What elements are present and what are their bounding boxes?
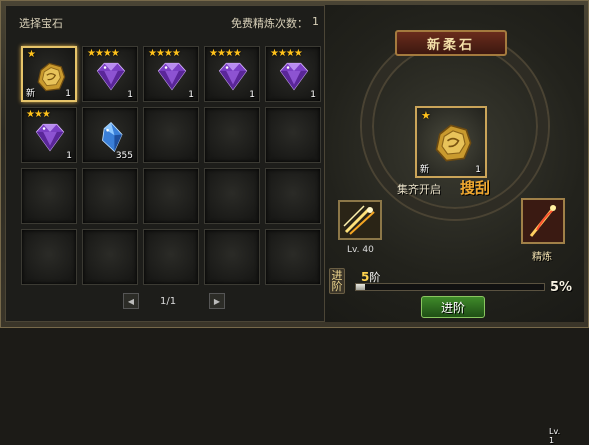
item-quantity: 1 — [188, 90, 194, 100]
refine-panel: 新柔石 ★ 新 1 集齐开启 搜刮 Lv. 40 Lv. 1 精炼 进阶 5阶 … — [325, 5, 584, 445]
gold-stone-icon — [435, 124, 472, 162]
item-quantity: 1 — [65, 89, 71, 99]
gem-slot[interactable]: ★★★★ 1 — [82, 46, 138, 102]
item-quantity: 1 — [127, 90, 133, 100]
star-rating: ★★★ — [26, 109, 51, 120]
purple-gem-icon — [279, 62, 309, 91]
star-rating: ★★★★ — [209, 48, 242, 59]
refine-level: Lv. 1 — [549, 427, 561, 445]
skill-level: Lv. 40 — [347, 245, 374, 255]
unlock-text: 集齐开启 — [397, 183, 441, 196]
empty-slot — [143, 168, 199, 224]
free-refine-count: 1 — [312, 15, 319, 28]
empty-slot — [265, 107, 321, 163]
gem-slot[interactable]: ★★★★ 1 — [143, 46, 199, 102]
gem-slot[interactable]: ★ 新 1 — [21, 46, 77, 102]
empty-slot — [204, 168, 260, 224]
gem-slot[interactable]: ★★★ 1 — [21, 107, 77, 163]
prev-page-button[interactable]: ◀ — [123, 293, 139, 309]
item-quantity: 1 — [249, 90, 255, 100]
stone-name-plate: 新柔石 — [395, 30, 507, 56]
empty-slot — [204, 107, 260, 163]
pager: ◀ 1/1 ▶ — [116, 293, 231, 311]
star-rating: ★★★★ — [148, 48, 181, 59]
gold-stone-icon — [37, 62, 66, 92]
empty-slot — [21, 168, 77, 224]
next-page-button[interactable]: ▶ — [209, 293, 225, 309]
empty-slot — [265, 168, 321, 224]
star-rating: ★★★★ — [87, 48, 120, 59]
next-arrow-icon: ▶ — [213, 296, 221, 306]
empty-slot — [82, 229, 138, 285]
sword-slash-icon — [343, 205, 375, 235]
purple-gem-icon — [157, 62, 187, 91]
page-indicator: 1/1 — [160, 296, 177, 307]
purple-gem-icon — [35, 123, 65, 152]
item-quantity: 355 — [115, 151, 133, 161]
gem-grid: ★ 新 1 ★★★★ 1 ★★★★ 1 ★★★★ 1 ★★★★ 1 ★★★ 1 355 — [21, 46, 321, 285]
panel-header: 选择宝石 免费精炼次数： 1 — [6, 6, 324, 34]
empty-slot — [204, 229, 260, 285]
progress-percent: 5% — [550, 280, 573, 295]
main-stone-slot[interactable]: ★ 新 1 — [415, 106, 487, 178]
prev-arrow-icon: ◀ — [127, 296, 135, 306]
star-rating: ★ — [27, 49, 36, 60]
panel-title: 选择宝石 — [19, 17, 63, 30]
item-quantity: 1 — [475, 165, 481, 175]
refine-label: 精炼 — [532, 252, 552, 263]
empty-slot — [82, 168, 138, 224]
empty-slot — [143, 107, 199, 163]
gem-slot[interactable]: ★★★★ 1 — [204, 46, 260, 102]
new-tag: 新 — [420, 165, 430, 175]
gem-slot[interactable]: 355 — [82, 107, 138, 163]
gem-slot[interactable]: ★★★★ 1 — [265, 46, 321, 102]
empty-slot — [143, 229, 199, 285]
advance-button[interactable]: 进阶 — [421, 296, 485, 318]
unlock-skill-name: 搜刮 — [460, 179, 491, 197]
skill-slot[interactable] — [338, 200, 382, 240]
purple-gem-icon — [218, 62, 248, 91]
progress-fill — [356, 284, 366, 290]
flame-sword-icon — [529, 205, 557, 237]
free-refine-label: 免费精炼次数： — [231, 17, 308, 30]
purple-gem-icon — [96, 62, 126, 91]
advance-tag: 进阶 — [329, 268, 345, 294]
new-tag: 新 — [26, 89, 36, 99]
star-rating: ★ — [421, 109, 431, 122]
item-quantity: 1 — [66, 151, 72, 161]
advance-progress-bar — [355, 283, 545, 291]
gem-select-panel: 选择宝石 免费精炼次数： 1 ★ 新 1 ★★★★ 1 ★★★★ 1 ★★★★ 1 ★★★★ 1 ★★… — [5, 5, 325, 322]
blue-crystal-icon — [102, 121, 123, 153]
empty-slot — [21, 229, 77, 285]
item-quantity: 1 — [310, 90, 316, 100]
star-rating: ★★★★ — [270, 48, 303, 59]
empty-slot — [265, 229, 321, 285]
refine-button[interactable]: Lv. 1 — [521, 198, 565, 445]
